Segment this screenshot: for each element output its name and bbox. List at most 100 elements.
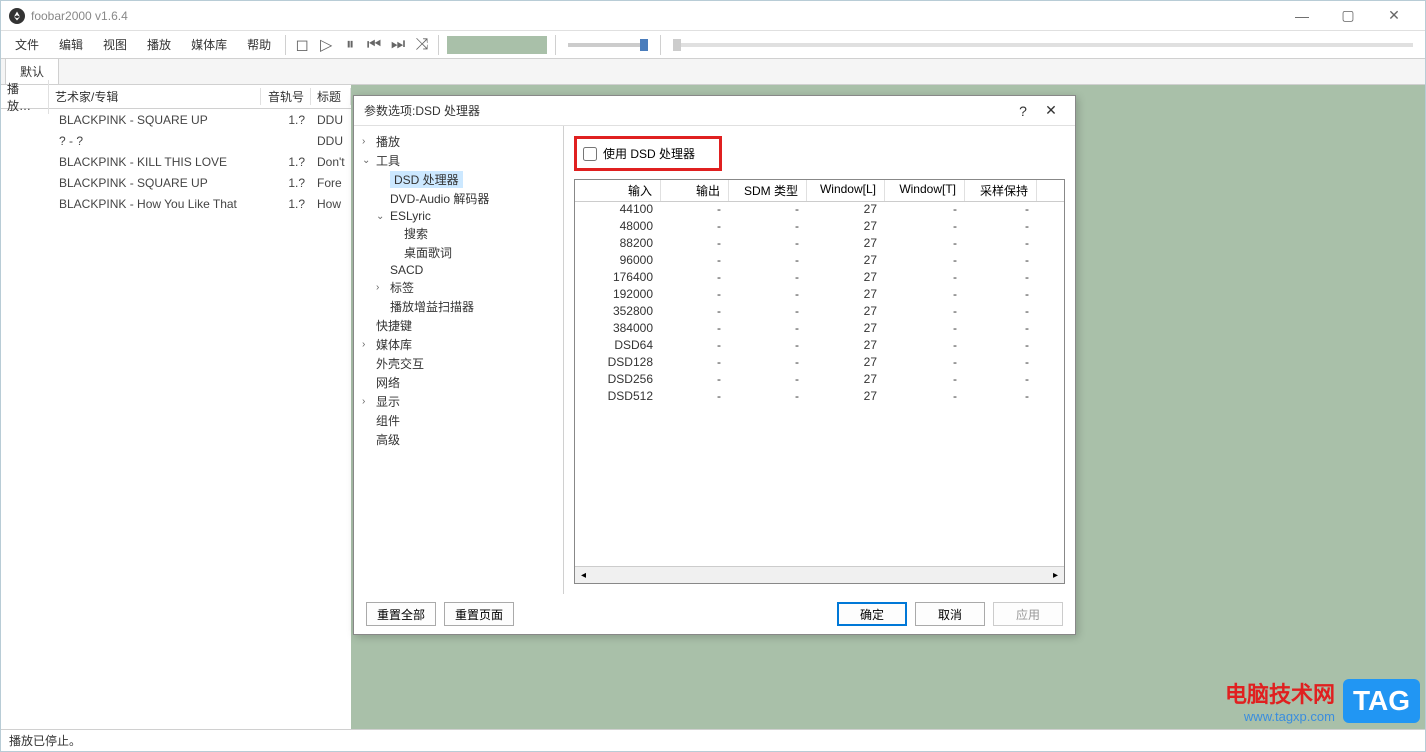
- playlist-row[interactable]: BLACKPINK - SQUARE UP1.?DDU: [1, 109, 351, 130]
- play-icon[interactable]: ▷: [316, 35, 336, 55]
- dsd-row[interactable]: 384000--27--: [575, 321, 1064, 338]
- tree-node[interactable]: ›播放: [354, 132, 563, 151]
- stop-icon[interactable]: ◻: [292, 35, 312, 55]
- dsd-row[interactable]: 176400--27--: [575, 270, 1064, 287]
- dsd-row[interactable]: DSD512--27--: [575, 389, 1064, 406]
- tree-node[interactable]: ›媒体库: [354, 335, 563, 354]
- cell-res: -: [965, 372, 1037, 389]
- dsd-table-header: 输入 输出 SDM 类型 Window[L] Window[T] 采样保持: [575, 180, 1064, 202]
- cell-wt: -: [885, 321, 965, 338]
- scroll-left-icon[interactable]: ◂: [575, 570, 592, 581]
- cell-input: 384000: [575, 321, 661, 338]
- dsd-row[interactable]: 44100--27--: [575, 202, 1064, 219]
- tree-node[interactable]: ⌄工具: [354, 151, 563, 170]
- hdr-output[interactable]: 输出: [661, 180, 729, 201]
- dsd-row[interactable]: 192000--27--: [575, 287, 1064, 304]
- tree-label: 显示: [376, 393, 400, 410]
- seek-slider[interactable]: [673, 43, 1413, 47]
- help-button[interactable]: ?: [1009, 103, 1037, 119]
- dsd-row[interactable]: DSD64--27--: [575, 338, 1064, 355]
- next-icon[interactable]: ⏭: [388, 35, 408, 55]
- menu-view[interactable]: 视图: [93, 32, 137, 57]
- col-track[interactable]: 音轨号: [261, 88, 311, 105]
- tree-node[interactable]: 高级: [354, 430, 563, 449]
- prev-icon[interactable]: ⏮: [364, 35, 384, 55]
- menu-edit[interactable]: 编辑: [49, 32, 93, 57]
- tree-node[interactable]: DSD 处理器: [354, 170, 563, 189]
- dsd-row[interactable]: 48000--27--: [575, 219, 1064, 236]
- tree-node[interactable]: 快捷键: [354, 316, 563, 335]
- playlist-row[interactable]: BLACKPINK - SQUARE UP1.?Fore: [1, 172, 351, 193]
- tree-label: 外壳交互: [376, 355, 424, 372]
- hdr-input[interactable]: 输入: [575, 180, 661, 201]
- row-title: DDU: [311, 134, 351, 148]
- reset-all-button[interactable]: 重置全部: [366, 602, 436, 626]
- tree-node[interactable]: 组件: [354, 411, 563, 430]
- menu-library[interactable]: 媒体库: [181, 32, 237, 57]
- use-dsd-checkbox-row[interactable]: 使用 DSD 处理器: [574, 136, 722, 171]
- dialog-footer: 重置全部 重置页面 确定 取消 应用: [354, 594, 1075, 634]
- menu-help[interactable]: 帮助: [237, 32, 281, 57]
- tree-node[interactable]: ⌄ESLyric: [354, 208, 563, 224]
- maximize-button[interactable]: ▢: [1325, 1, 1371, 31]
- dsd-row[interactable]: 96000--27--: [575, 253, 1064, 270]
- tree-node[interactable]: 搜索: [354, 224, 563, 243]
- playlist-row[interactable]: BLACKPINK - How You Like That1.?How: [1, 193, 351, 214]
- dsd-row[interactable]: DSD256--27--: [575, 372, 1064, 389]
- tree-node[interactable]: 外壳交互: [354, 354, 563, 373]
- apply-button[interactable]: 应用: [993, 602, 1063, 626]
- minimize-button[interactable]: —: [1279, 1, 1325, 31]
- cell-wl: 27: [807, 304, 885, 321]
- dsd-row[interactable]: 352800--27--: [575, 304, 1064, 321]
- dsd-row[interactable]: DSD128--27--: [575, 355, 1064, 372]
- seek-thumb[interactable]: [673, 39, 681, 51]
- cell-input: 192000: [575, 287, 661, 304]
- cancel-button[interactable]: 取消: [915, 602, 985, 626]
- tree-node[interactable]: 桌面歌词: [354, 243, 563, 262]
- menu-file[interactable]: 文件: [5, 32, 49, 57]
- table-scrollbar[interactable]: ◂ ▸: [575, 566, 1064, 583]
- tree-label: 桌面歌词: [404, 244, 452, 261]
- col-title[interactable]: 标题: [311, 88, 351, 105]
- cell-input: 352800: [575, 304, 661, 321]
- cell-sdm: -: [729, 338, 807, 355]
- scroll-right-icon[interactable]: ▸: [1047, 570, 1064, 581]
- tree-label: SACD: [390, 263, 423, 277]
- preferences-tree[interactable]: ›播放⌄工具DSD 处理器DVD-Audio 解码器⌄ESLyric搜索桌面歌词…: [354, 126, 564, 594]
- close-button[interactable]: ✕: [1371, 1, 1417, 31]
- volume-thumb[interactable]: [640, 39, 648, 51]
- ok-button[interactable]: 确定: [837, 602, 907, 626]
- menu-playback[interactable]: 播放: [137, 32, 181, 57]
- dsd-pane: 使用 DSD 处理器 输入 输出 SDM 类型 Window[L] Window…: [564, 126, 1075, 594]
- tree-label: 高级: [376, 431, 400, 448]
- cell-wl: 27: [807, 253, 885, 270]
- tree-node[interactable]: 播放增益扫描器: [354, 297, 563, 316]
- hdr-window-t[interactable]: Window[T]: [885, 180, 965, 201]
- pause-icon[interactable]: ⏸: [340, 35, 360, 55]
- cell-res: -: [965, 355, 1037, 372]
- tree-label: 搜索: [404, 225, 428, 242]
- hdr-sdm[interactable]: SDM 类型: [729, 180, 807, 201]
- hdr-resample[interactable]: 采样保持: [965, 180, 1037, 201]
- row-track: 1.?: [261, 176, 311, 190]
- preferences-dialog: 参数选项:DSD 处理器 ? ✕ ›播放⌄工具DSD 处理器DVD-Audio …: [353, 95, 1076, 635]
- hdr-window-l[interactable]: Window[L]: [807, 180, 885, 201]
- cell-res: -: [965, 287, 1037, 304]
- tree-node[interactable]: ›显示: [354, 392, 563, 411]
- cell-input: 96000: [575, 253, 661, 270]
- volume-slider[interactable]: [568, 43, 648, 47]
- dialog-close-button[interactable]: ✕: [1037, 102, 1065, 119]
- tree-node[interactable]: DVD-Audio 解码器: [354, 189, 563, 208]
- tree-node[interactable]: ›标签: [354, 278, 563, 297]
- tree-node[interactable]: SACD: [354, 262, 563, 278]
- random-icon[interactable]: ⤨: [412, 35, 432, 55]
- use-dsd-checkbox[interactable]: [583, 147, 597, 161]
- playlist-row[interactable]: BLACKPINK - KILL THIS LOVE1.?Don't: [1, 151, 351, 172]
- playlist-row[interactable]: ? - ?DDU: [1, 130, 351, 151]
- dsd-row[interactable]: 88200--27--: [575, 236, 1064, 253]
- col-artist[interactable]: 艺术家/专辑: [49, 88, 261, 105]
- watermark-url: www.tagxp.com: [1225, 709, 1335, 724]
- reset-page-button[interactable]: 重置页面: [444, 602, 514, 626]
- cell-output: -: [661, 236, 729, 253]
- tree-node[interactable]: 网络: [354, 373, 563, 392]
